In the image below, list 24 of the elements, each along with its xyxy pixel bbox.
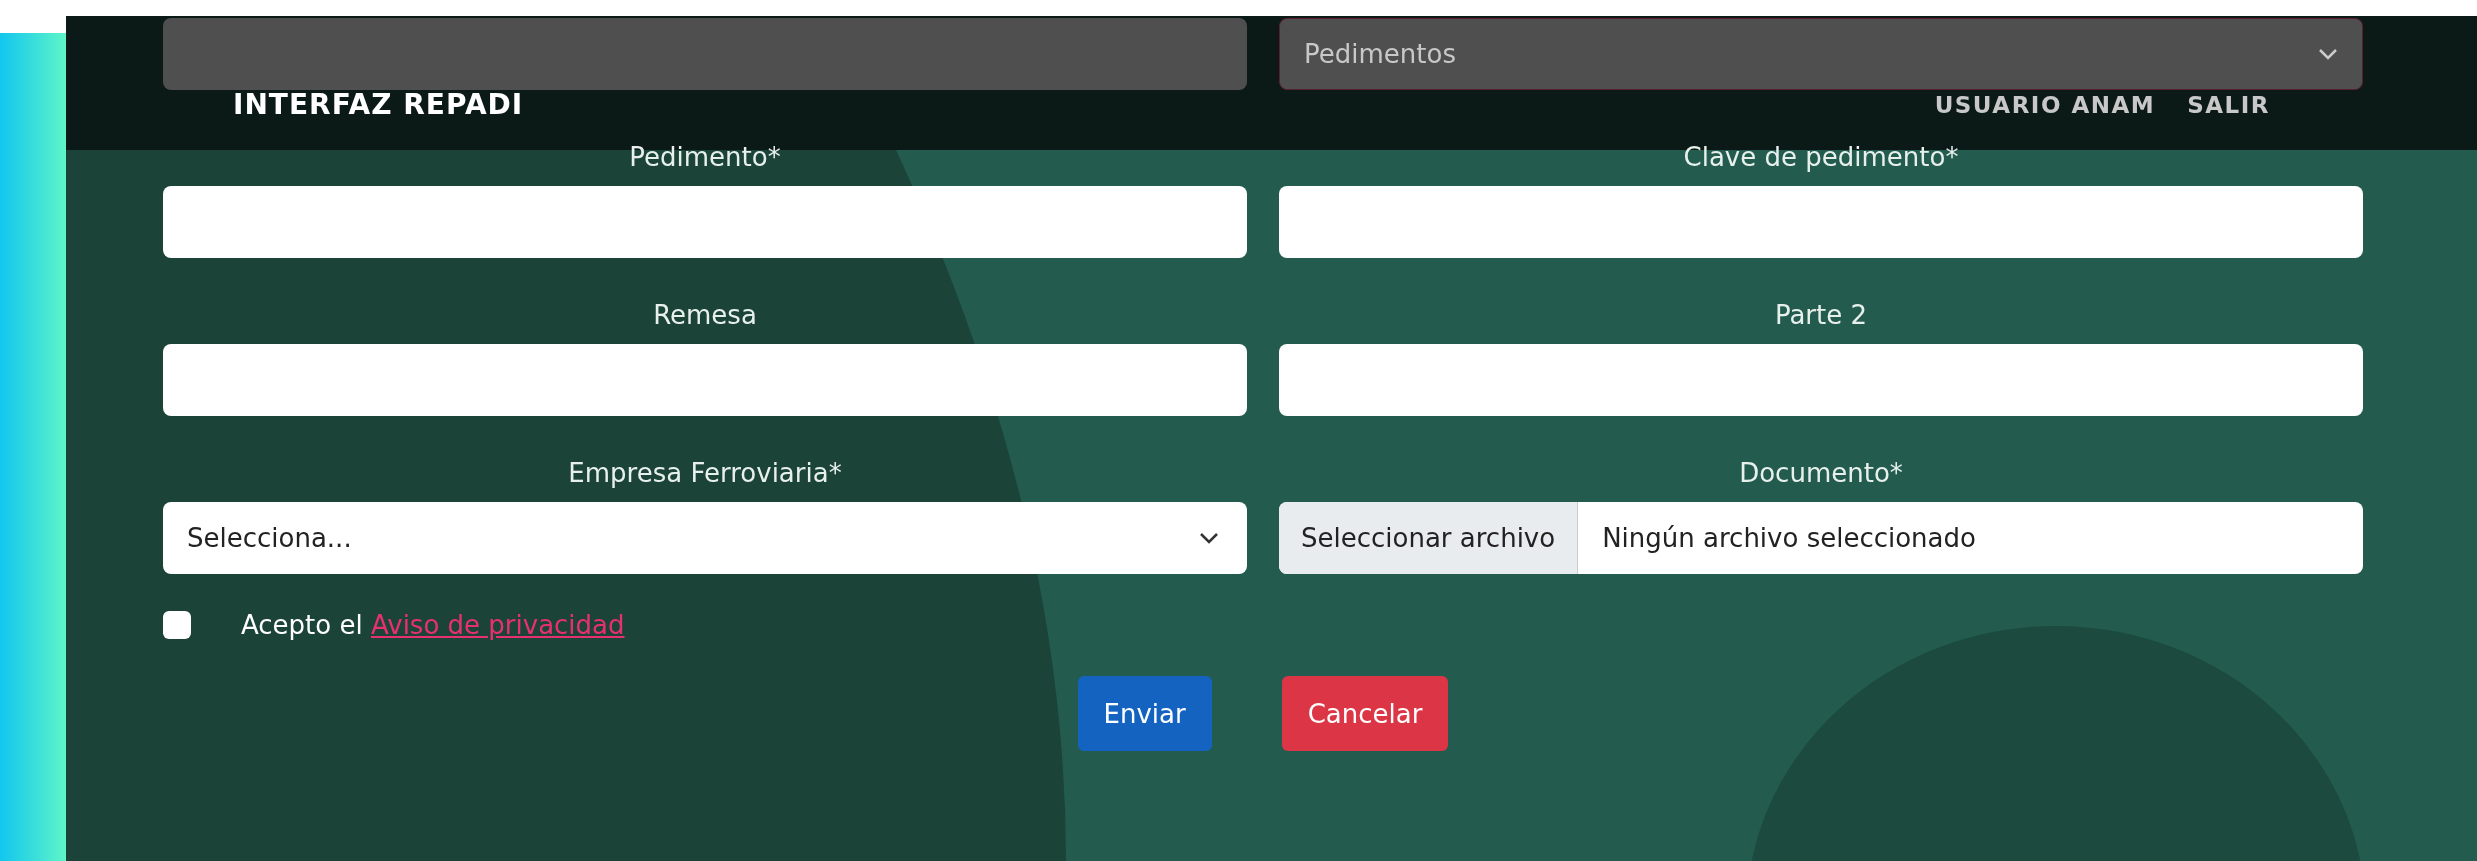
chevron-down-icon: [2318, 48, 2338, 60]
choose-file-button[interactable]: Seleccionar archivo: [1279, 502, 1579, 574]
field-label: Pedimento*: [629, 142, 781, 172]
field-label: Empresa Ferroviaria*: [568, 458, 842, 488]
file-field[interactable]: Seleccionar archivo Ningún archivo seleccionado: [1279, 502, 2363, 574]
checkbox[interactable]: [163, 611, 191, 639]
select-field[interactable]: Pedimentos: [1279, 18, 2363, 90]
field-label: Remesa: [653, 300, 757, 330]
nav-link[interactable]: SALIR: [2187, 91, 2270, 118]
field-label: Clave de pedimento*: [1683, 142, 1959, 172]
submit-button[interactable]: Enviar: [1077, 676, 1212, 751]
cancel-button[interactable]: Cancelar: [1281, 676, 1449, 751]
app-title: INTERFAZ REPADI: [233, 88, 524, 121]
input-field[interactable]: [163, 186, 1247, 258]
input-field[interactable]: [163, 18, 1247, 90]
field-label: Documento*: [1739, 458, 1903, 488]
input-field[interactable]: [1279, 344, 2363, 416]
field-label: Parte 2: [1774, 300, 1868, 330]
chevron-down-icon: [1199, 532, 1219, 544]
consent-text: Acepto el Aviso de privacidad: [241, 610, 625, 640]
select-field[interactable]: Selecciona...: [163, 502, 1247, 574]
nav-link[interactable]: USUARIO ANAM: [1934, 91, 2156, 118]
input-field[interactable]: [1279, 186, 2363, 258]
input-field[interactable]: [163, 344, 1247, 416]
